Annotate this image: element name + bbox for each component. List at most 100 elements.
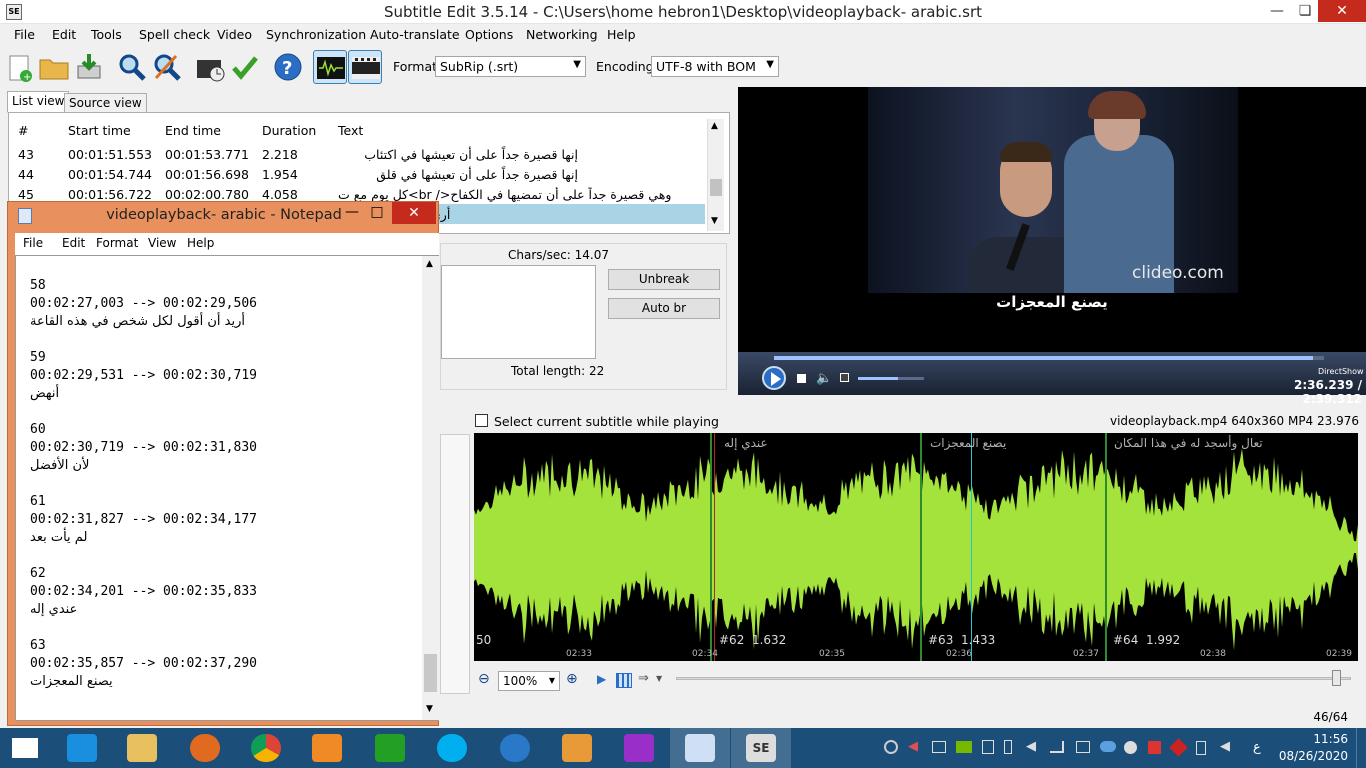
sync-tray-icon[interactable] — [884, 740, 898, 754]
menu-spell-check[interactable]: Spell check — [139, 27, 210, 42]
clock-time[interactable]: 11:56 — [1280, 732, 1348, 746]
notepad-taskbar-icon[interactable] — [670, 728, 730, 768]
list-scrollbar[interactable]: ▲ ▼ — [707, 119, 724, 231]
col-end-time[interactable]: End time — [165, 123, 221, 138]
save-download-icon[interactable] — [72, 50, 106, 84]
chevron-down-icon[interactable]: ▼ — [711, 216, 718, 226]
nvidia-tray-icon[interactable] — [956, 741, 972, 753]
sound-tray-icon[interactable]: ◀ — [1220, 739, 1230, 754]
firefox-taskbar-icon[interactable] — [175, 728, 235, 768]
waveform-position-slider[interactable] — [676, 677, 1351, 680]
format-select[interactable]: SubRip (.srt) ▼ — [435, 56, 586, 77]
menu-options[interactable]: Options — [465, 27, 513, 42]
encoding-select[interactable]: UTF-8 with BOM ▼ — [651, 56, 779, 77]
ie-taskbar-icon[interactable] — [52, 728, 112, 768]
store-taskbar-icon[interactable] — [360, 728, 420, 768]
waveform-toggle-icon[interactable] — [313, 50, 347, 84]
windows-start-icon[interactable] — [12, 738, 38, 758]
fullscreen-icon[interactable] — [840, 373, 849, 382]
show-desktop-button[interactable] — [1356, 728, 1366, 768]
device-tray-icon[interactable] — [1196, 741, 1206, 755]
replace-icon[interactable] — [150, 50, 184, 84]
drink-taskbar-icon[interactable] — [547, 728, 607, 768]
display-tray-icon[interactable] — [932, 741, 946, 753]
antivirus-tray-icon[interactable] — [1148, 741, 1161, 754]
maximize-button[interactable]: ❏ — [1290, 0, 1320, 22]
menu-video[interactable]: Video — [217, 27, 252, 42]
spellcheck-icon[interactable] — [228, 50, 262, 84]
help-icon[interactable]: ? — [271, 50, 305, 84]
volume-tray-icon[interactable]: ◀ — [1026, 739, 1036, 754]
tab-list-view[interactable]: List view — [7, 91, 70, 113]
select-while-playing-checkbox[interactable] — [475, 414, 488, 427]
chevron-up-icon[interactable]: ▲ — [426, 259, 433, 269]
notepad-minimize-button[interactable]: — — [342, 204, 362, 220]
col-start-time[interactable]: Start time — [68, 123, 131, 138]
chevron-down-icon[interactable]: ▼ — [426, 704, 433, 714]
table-row[interactable]: 44 00:01:54.744 00:01:56.698 1.954 إنها … — [11, 164, 705, 184]
notepad-scrollbar[interactable]: ▲ ▼ — [422, 256, 439, 720]
usb-tray-icon[interactable] — [982, 740, 994, 754]
stop-button[interactable] — [797, 374, 806, 383]
menu-networking[interactable]: Networking — [526, 27, 598, 42]
scrollbar-thumb[interactable] — [424, 654, 437, 692]
keyboard-tray-icon[interactable] — [1076, 741, 1090, 753]
new-file-icon[interactable]: + — [2, 50, 36, 84]
slider-thumb[interactable] — [1332, 670, 1341, 686]
notepad-menu-format[interactable]: Format — [96, 236, 138, 250]
menu-synchronization[interactable]: Synchronization — [266, 27, 366, 42]
clock-date[interactable]: 08/26/2020 — [1270, 749, 1348, 763]
notepad-menu-edit[interactable]: Edit — [62, 236, 85, 250]
chat-tray-icon[interactable] — [1124, 741, 1137, 754]
media-taskbar-icon[interactable] — [297, 728, 357, 768]
grid-toggle-icon[interactable] — [616, 673, 632, 688]
minimize-button[interactable]: — — [1262, 0, 1292, 22]
notepad-text-area[interactable]: 58 00:02:27,003 --> 00:02:29,506 أريد أن… — [15, 255, 439, 721]
menu-edit[interactable]: Edit — [52, 27, 76, 42]
next-subtitle-icon[interactable]: ⇒ — [638, 671, 649, 686]
language-indicator[interactable]: ع — [1253, 740, 1261, 755]
zoom-out-icon[interactable]: ⊖ — [478, 671, 490, 687]
tab-source-view[interactable]: Source view — [64, 93, 147, 113]
col-number[interactable]: # — [18, 123, 28, 138]
cloud-tray-icon[interactable] — [1100, 741, 1116, 752]
visual-sync-icon[interactable] — [193, 50, 227, 84]
zoom-in-icon[interactable]: ⊕ — [566, 671, 578, 687]
video-toggle-icon[interactable] — [348, 50, 382, 84]
scrollbar-thumb[interactable] — [710, 179, 722, 196]
auto-br-button[interactable]: Auto br — [608, 298, 720, 319]
unbreak-button[interactable]: Unbreak — [608, 269, 720, 290]
app-taskbar-icon[interactable] — [485, 728, 545, 768]
menu-tools[interactable]: Tools — [91, 27, 122, 42]
open-folder-icon[interactable] — [37, 50, 71, 84]
search-taskbar-icon[interactable] — [609, 728, 669, 768]
col-text[interactable]: Text — [338, 123, 363, 138]
notepad-close-button[interactable]: ✕ — [392, 202, 436, 224]
subtitle-text-editor[interactable] — [441, 265, 596, 359]
skype-taskbar-icon[interactable] — [422, 728, 482, 768]
notepad-maximize-button[interactable]: □ — [367, 204, 387, 220]
play-selection-icon[interactable]: ▶ — [597, 672, 606, 686]
battery-tray-icon[interactable] — [1004, 740, 1012, 754]
table-row[interactable]: 43 00:01:51.553 00:01:53.771 2.218 إنها … — [11, 144, 705, 164]
volume-icon[interactable]: 🔈 — [816, 371, 832, 386]
notepad-menu-help[interactable]: Help — [187, 236, 214, 250]
audio-waveform[interactable]: عندي إله يصنع المعجزات تعال وأسجد له في … — [474, 433, 1358, 661]
explorer-taskbar-icon[interactable] — [112, 728, 172, 768]
notepad-menu-view[interactable]: View — [148, 236, 176, 250]
close-button[interactable]: ✕ — [1318, 0, 1366, 22]
zoom-select[interactable]: 100% ▼ — [498, 671, 560, 691]
menu-help[interactable]: Help — [607, 27, 636, 42]
chevron-down-icon[interactable]: ▼ — [656, 674, 662, 683]
seek-bar[interactable] — [774, 356, 1324, 360]
volume-slider[interactable] — [858, 377, 924, 380]
subtitle-edit-taskbar-icon[interactable]: SE — [731, 728, 791, 768]
menu-auto-translate[interactable]: Auto-translate — [370, 27, 460, 42]
flag-tray-icon[interactable] — [1169, 738, 1188, 757]
col-duration[interactable]: Duration — [262, 123, 316, 138]
network-tray-icon[interactable] — [1050, 741, 1064, 753]
find-icon[interactable] — [115, 50, 149, 84]
speaker-tray-icon[interactable]: ◀ — [908, 739, 918, 754]
chrome-taskbar-icon[interactable] — [236, 728, 296, 768]
play-button[interactable] — [762, 366, 786, 390]
